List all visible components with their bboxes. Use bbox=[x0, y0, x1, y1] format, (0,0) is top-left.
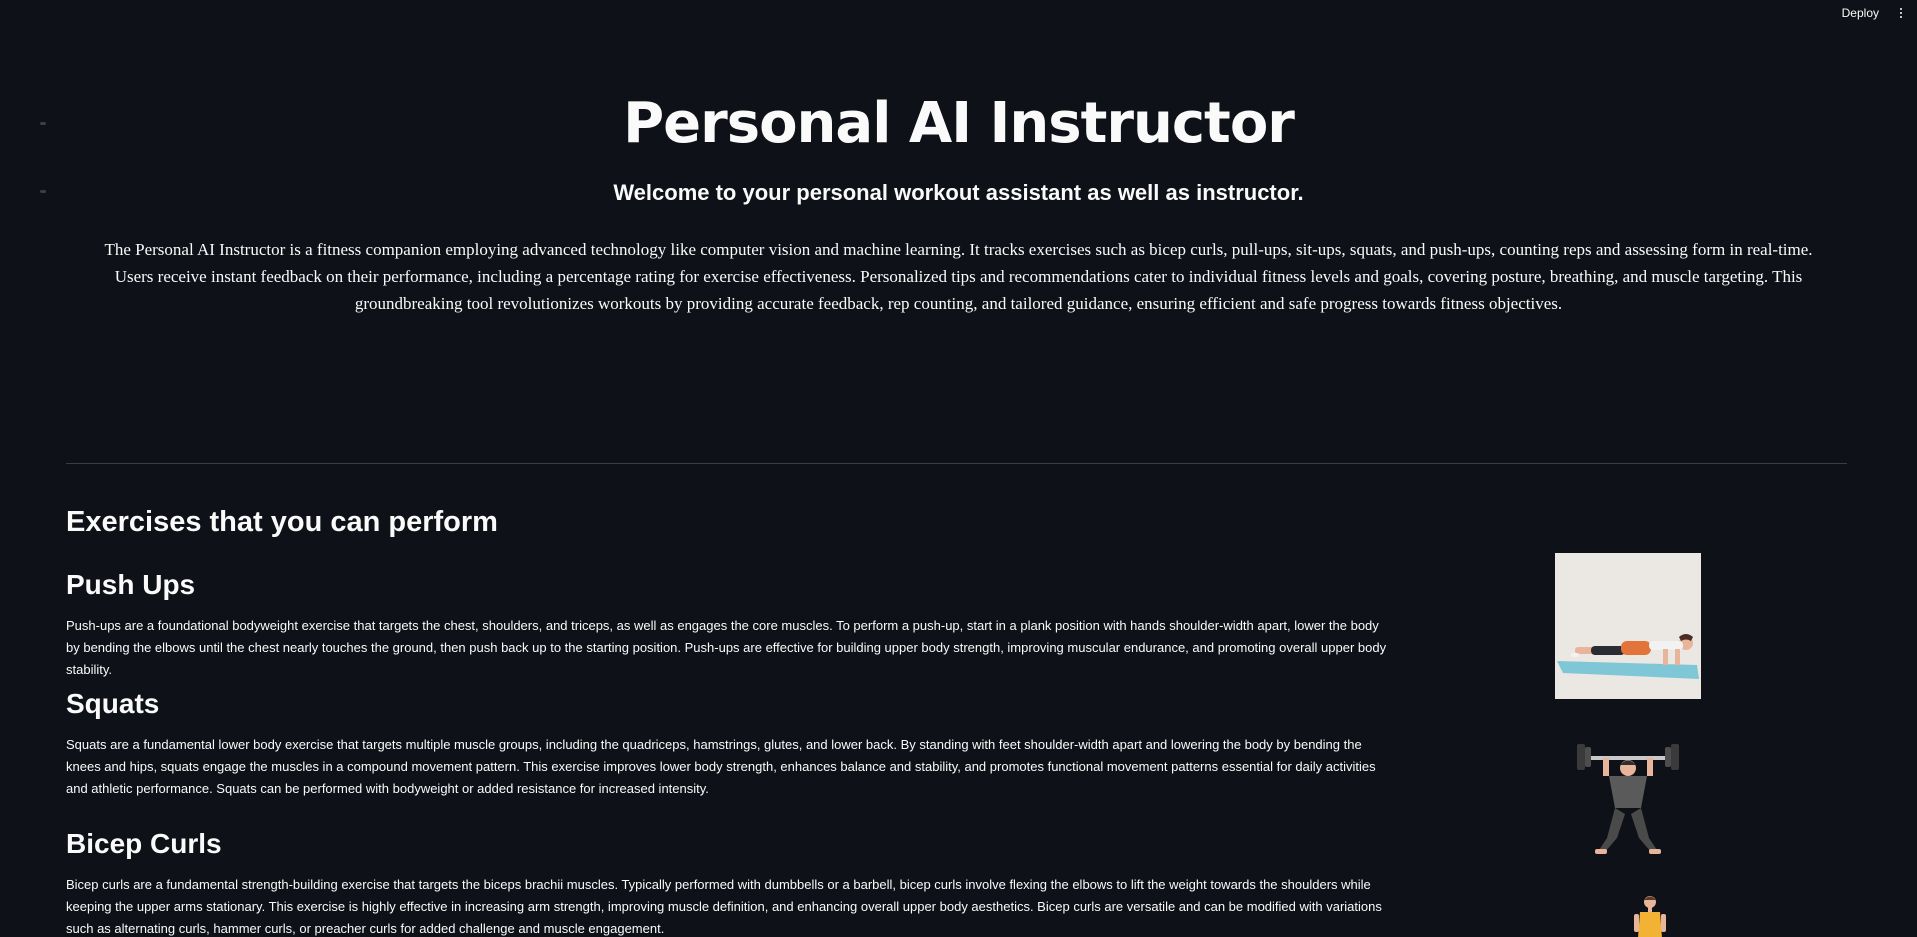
bicep-curl-illustration bbox=[1632, 894, 1668, 937]
page-subtitle: Welcome to your personal workout assista… bbox=[613, 180, 1304, 205]
exercise-title: Squats bbox=[66, 688, 160, 719]
app-page: Deploy Personal AI Instructor Welcome to… bbox=[0, 0, 1917, 937]
exercise-description: Push-ups are a foundational bodyweight e… bbox=[66, 618, 1387, 677]
exercise-item-squats: Squats Squats are a fundamental lower bo… bbox=[66, 684, 1396, 800]
exercise-title: Bicep Curls bbox=[66, 828, 222, 859]
vertical-dots-icon bbox=[1900, 8, 1902, 18]
exercises-section-heading: Exercises that you can perform bbox=[66, 506, 498, 538]
exercise-title: Push Ups bbox=[66, 569, 196, 600]
exercise-description: Bicep curls are a fundamental strength-b… bbox=[66, 877, 1382, 936]
exercise-description: Squats are a fundamental lower body exer… bbox=[66, 737, 1376, 796]
push-up-illustration bbox=[1555, 553, 1701, 699]
deploy-button[interactable]: Deploy bbox=[1834, 2, 1887, 24]
exercise-item-bicep-curls: Bicep Curls Bicep curls are a fundamenta… bbox=[66, 824, 1396, 937]
barbell-squat-illustration bbox=[1573, 738, 1683, 858]
intro-paragraph: The Personal AI Instructor is a fitness … bbox=[104, 240, 1813, 313]
main-menu-button[interactable] bbox=[1891, 0, 1911, 26]
exercise-item-push-ups: Push Ups Push-ups are a foundational bod… bbox=[66, 565, 1396, 681]
top-toolbar: Deploy bbox=[1834, 0, 1917, 26]
page-title: Personal AI Instructor bbox=[623, 91, 1295, 156]
section-divider bbox=[66, 463, 1847, 464]
